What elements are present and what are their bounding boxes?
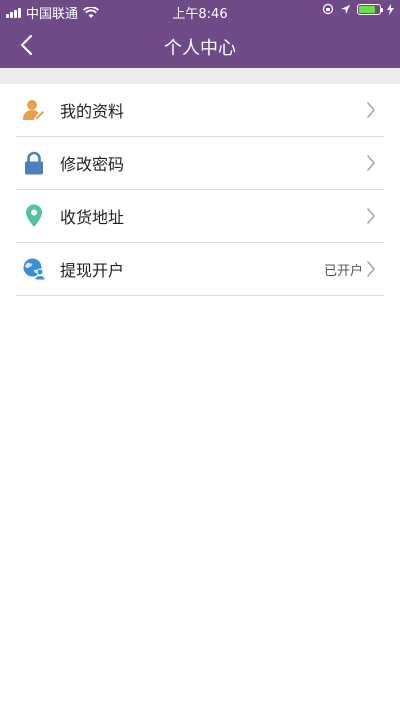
menu-item-trailing xyxy=(366,190,376,242)
chevron-right-icon xyxy=(367,261,375,277)
lock-icon xyxy=(22,151,46,175)
charging-icon xyxy=(387,3,394,15)
section-divider xyxy=(0,68,400,84)
chevron-right-icon xyxy=(367,102,375,118)
menu-item-profile[interactable]: 我的资料 xyxy=(16,84,384,137)
status-right xyxy=(322,3,394,15)
menu-item-label: 收货地址 xyxy=(60,208,125,227)
orientation-lock-icon xyxy=(322,3,334,15)
battery-level xyxy=(359,5,375,13)
chevron-right-icon xyxy=(367,155,375,171)
profile-edit-icon xyxy=(22,98,46,122)
status-bar: 中国联通 上午8:46 xyxy=(0,0,400,22)
globe-user-icon xyxy=(22,257,46,281)
page-title: 个人中心 xyxy=(164,38,236,59)
menu-item-change-password[interactable]: 修改密码 xyxy=(16,137,384,190)
menu-item-trailing xyxy=(366,84,376,136)
battery-icon xyxy=(357,3,383,15)
menu-item-label: 修改密码 xyxy=(60,155,125,174)
menu-item-shipping-address[interactable]: 收货地址 xyxy=(16,190,384,243)
menu-item-trailing xyxy=(366,137,376,189)
location-pin-icon xyxy=(22,204,46,228)
menu-item-label: 我的资料 xyxy=(60,102,125,121)
menu-list: 我的资料 修改密码 收货地址 提现开户 已开户 xyxy=(16,84,384,296)
location-arrow-icon xyxy=(341,4,350,14)
menu-item-withdrawal-account[interactable]: 提现开户 已开户 xyxy=(16,243,384,296)
chevron-right-icon xyxy=(367,208,375,224)
menu-item-label: 提现开户 xyxy=(60,261,125,280)
navigation-bar: 个人中心 xyxy=(0,22,400,68)
account-status-label: 已开户 xyxy=(323,263,363,279)
menu-item-trailing: 已开户 xyxy=(324,243,376,295)
